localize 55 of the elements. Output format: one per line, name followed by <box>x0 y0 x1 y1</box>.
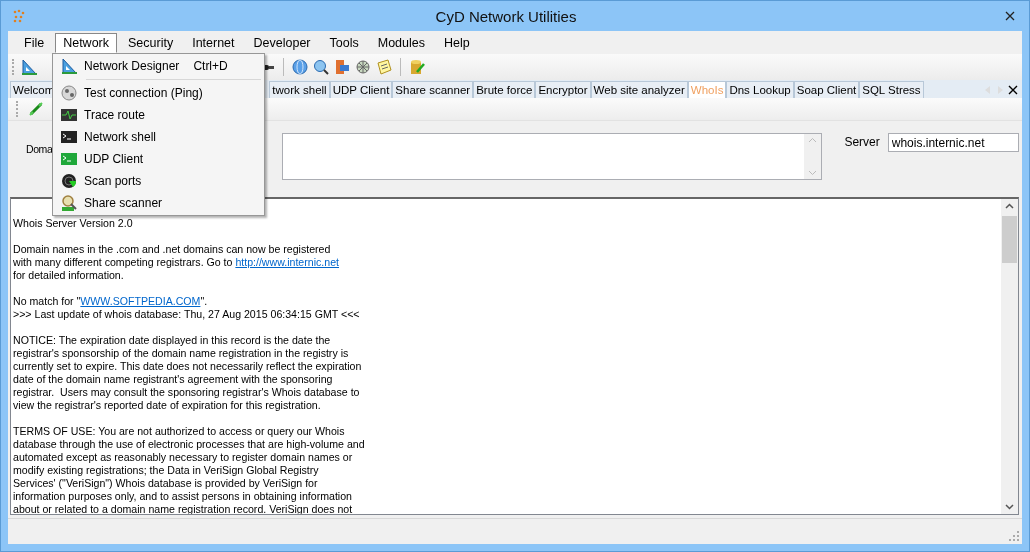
menu-entry[interactable]: Network shell <box>54 126 263 148</box>
tab[interactable]: Brute force <box>473 81 536 98</box>
tab[interactable]: twork shell <box>269 81 330 98</box>
menu-item[interactable]: Tools <box>321 32 367 53</box>
scroll-thumb[interactable] <box>1002 216 1017 263</box>
link[interactable]: http://www.internic.net <box>235 256 339 268</box>
tab[interactable]: SQL Stress <box>859 81 924 98</box>
tab[interactable]: Web site analyzer <box>590 81 688 98</box>
menu-item[interactable]: Modules <box>369 32 433 53</box>
menu-entry[interactable]: Scan ports <box>54 170 263 192</box>
menu-item[interactable]: Help <box>435 32 478 53</box>
scroll-down-icon[interactable] <box>1005 504 1014 510</box>
tab[interactable]: Soap Client <box>793 81 860 98</box>
globe-icon[interactable] <box>292 59 308 75</box>
menu-entry[interactable]: UDP Client <box>54 148 263 170</box>
server-icon[interactable] <box>334 59 350 75</box>
menu-entry[interactable]: Network Designer Ctrl+D <box>54 55 263 77</box>
menu-item[interactable]: Developer <box>245 32 319 53</box>
plug-icon[interactable] <box>28 101 44 117</box>
ruler-icon[interactable] <box>61 58 77 74</box>
radar-icon[interactable] <box>61 173 77 189</box>
server-label: Server <box>844 135 880 149</box>
close-icon[interactable] <box>1005 11 1015 21</box>
window-title: CyD Network Utilities <box>434 7 578 25</box>
menu-item[interactable]: File <box>16 32 53 53</box>
scrollbar[interactable] <box>1001 199 1018 514</box>
notepad-icon[interactable] <box>376 59 392 75</box>
output-paragraph: No match for "WWW.SOFTPEDIA.COM". >>> Last update of whois database: Thu, 27 Aug 2015 06:34:15 GMT <<< <box>13 295 361 321</box>
ruler-icon[interactable] <box>21 59 37 75</box>
pulse-icon[interactable] <box>61 107 77 123</box>
menu-item[interactable]: Internet <box>184 32 243 53</box>
database-icon[interactable] <box>409 59 425 75</box>
server-field[interactable]: whois.internic.net <box>887 133 1019 152</box>
ball-icon[interactable] <box>61 85 77 101</box>
terminal-icon[interactable] <box>61 129 77 145</box>
resize-grip-icon[interactable] <box>1008 530 1019 541</box>
tab[interactable]: Encryptor <box>535 81 591 98</box>
output-paragraph: Whois Server Version 2.0 <box>13 217 134 230</box>
tab[interactable]: Dns Lookup <box>726 81 794 98</box>
scroll-up-icon[interactable] <box>1005 203 1014 209</box>
close-icon[interactable] <box>1008 84 1018 95</box>
web-icon[interactable] <box>355 59 371 75</box>
tab[interactable]: Share scanner <box>392 81 474 98</box>
domain-label: Doma <box>26 143 53 155</box>
tab[interactable]: UDP Client <box>329 81 393 98</box>
menu-entry[interactable]: Share scanner <box>54 192 263 214</box>
search-icon[interactable] <box>313 59 329 75</box>
output-paragraph: Domain names in the .com and .net domains can now be registered with many different competing registrars. Go to http://www.internic.net for detailed information. <box>13 243 340 282</box>
menu-entry[interactable]: Trace route <box>54 104 263 126</box>
link[interactable]: WWW.SOFTPEDIA.COM <box>80 295 201 307</box>
menu-item[interactable]: Security <box>120 32 182 53</box>
output-paragraph: NOTICE: The expiration date displayed in this record is the date the registrar's sponsorship of the domain name registration in the registry is currently set to expire. This date does not necessarily reflect the expiration date of the domain name registrant's agreement with the sponsoring registrar. Users may consult the sponsoring registrar's Whois database to view the registrar's reported date of expiration for this registration. <box>13 334 363 412</box>
app-icon <box>11 8 27 24</box>
menu-item[interactable]: Network <box>55 32 117 53</box>
magnifier-icon[interactable] <box>61 195 77 211</box>
